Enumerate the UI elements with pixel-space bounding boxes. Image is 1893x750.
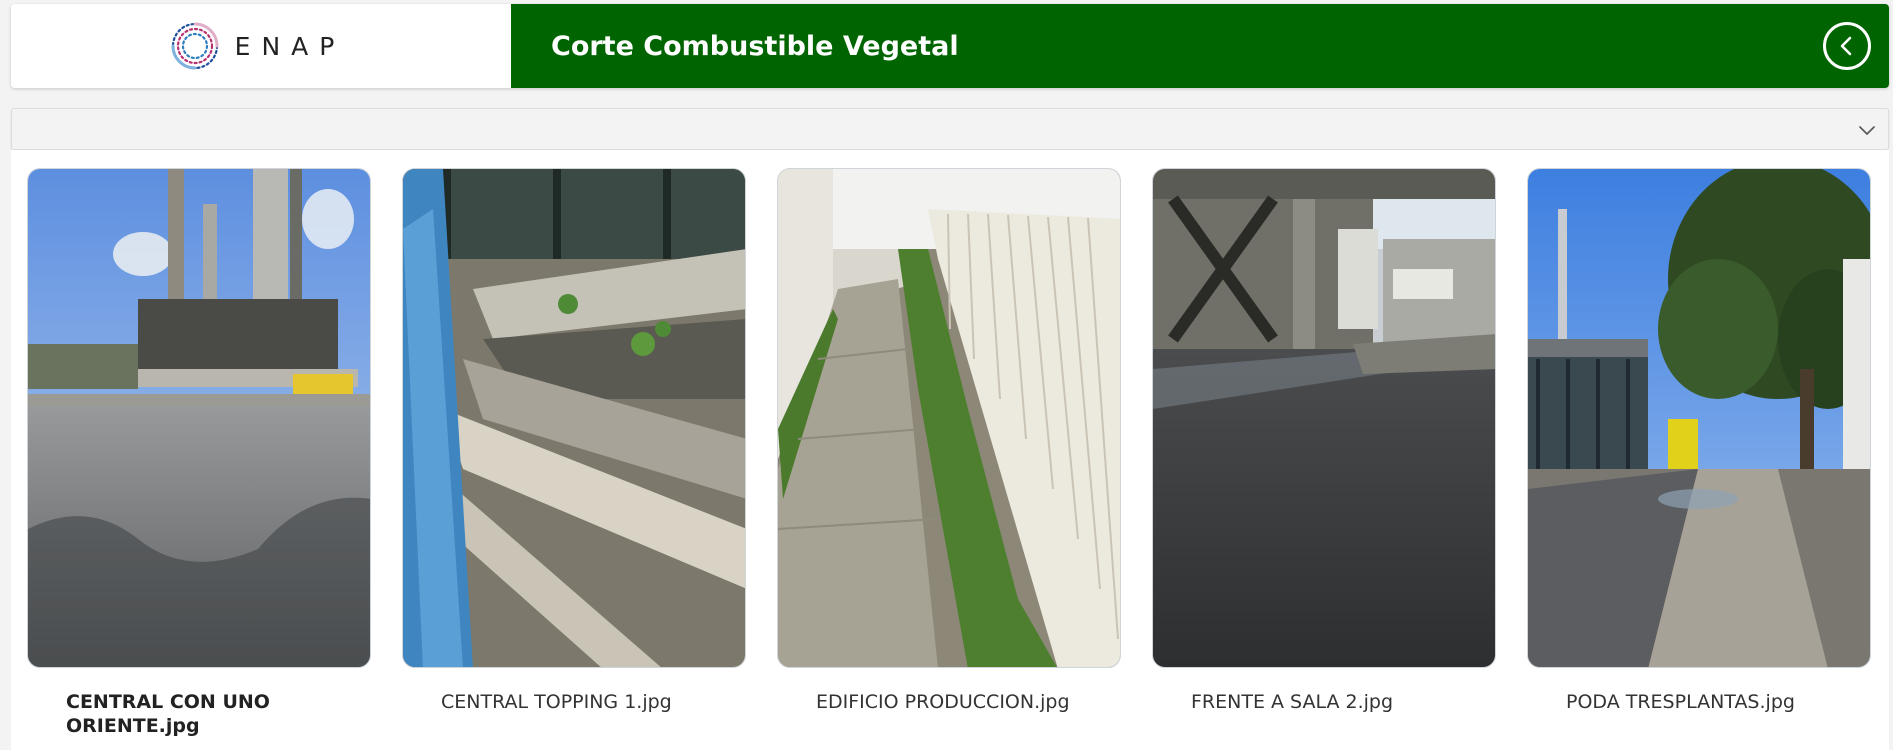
- wet-road-plant-photo: [1153, 169, 1495, 667]
- enap-logo: ENAP: [169, 20, 346, 72]
- logo-panel: ENAP: [11, 4, 511, 88]
- collapsible-filter-bar[interactable]: [11, 108, 1889, 150]
- photo-caption: PODA TRESPLANTAS.jpg: [1566, 691, 1795, 713]
- tree-pruning-street-photo: [1528, 169, 1870, 667]
- photo-caption: FRENTE A SALA 2.jpg: [1191, 691, 1394, 713]
- photo-caption: CENTRAL TOPPING 1.jpg: [441, 691, 672, 713]
- gallery-card: FRENTE A SALA 2.jpg: [1152, 168, 1496, 714]
- photo-caption: CENTRAL CON UNO ORIENTE.jpg: [66, 691, 270, 737]
- photo-thumbnail[interactable]: [777, 168, 1121, 668]
- page-title: Corte Combustible Vegetal: [551, 30, 959, 62]
- gallery-card: EDIFICIO PRODUCCION.jpg: [777, 168, 1121, 714]
- chevron-left-icon: [1840, 36, 1852, 56]
- logo-text: ENAP: [234, 31, 346, 61]
- photo-thumbnail[interactable]: [402, 168, 746, 668]
- building-corridor-photo: [778, 169, 1120, 667]
- photo-thumbnail[interactable]: [1152, 168, 1496, 668]
- title-bar: Corte Combustible Vegetal: [511, 4, 1889, 88]
- gallery-card: PODA TRESPLANTAS.jpg: [1527, 168, 1871, 714]
- chevron-down-icon: [1859, 126, 1875, 135]
- photo-gallery: CENTRAL CON UNO ORIENTE.jpg CENTRAL TOPP…: [11, 150, 1889, 750]
- app-header: ENAP Corte Combustible Vegetal: [11, 4, 1889, 88]
- refinery-street-photo: [28, 169, 370, 667]
- pipes-photo: [403, 169, 745, 667]
- photo-thumbnail[interactable]: [1527, 168, 1871, 668]
- enap-logo-mark-icon: [171, 22, 219, 70]
- photo-caption: EDIFICIO PRODUCCION.jpg: [816, 691, 1070, 713]
- back-button[interactable]: [1823, 22, 1871, 70]
- gallery-card: CENTRAL TOPPING 1.jpg: [402, 168, 746, 714]
- gallery-card: CENTRAL CON UNO ORIENTE.jpg: [27, 168, 371, 738]
- photo-thumbnail[interactable]: [27, 168, 371, 668]
